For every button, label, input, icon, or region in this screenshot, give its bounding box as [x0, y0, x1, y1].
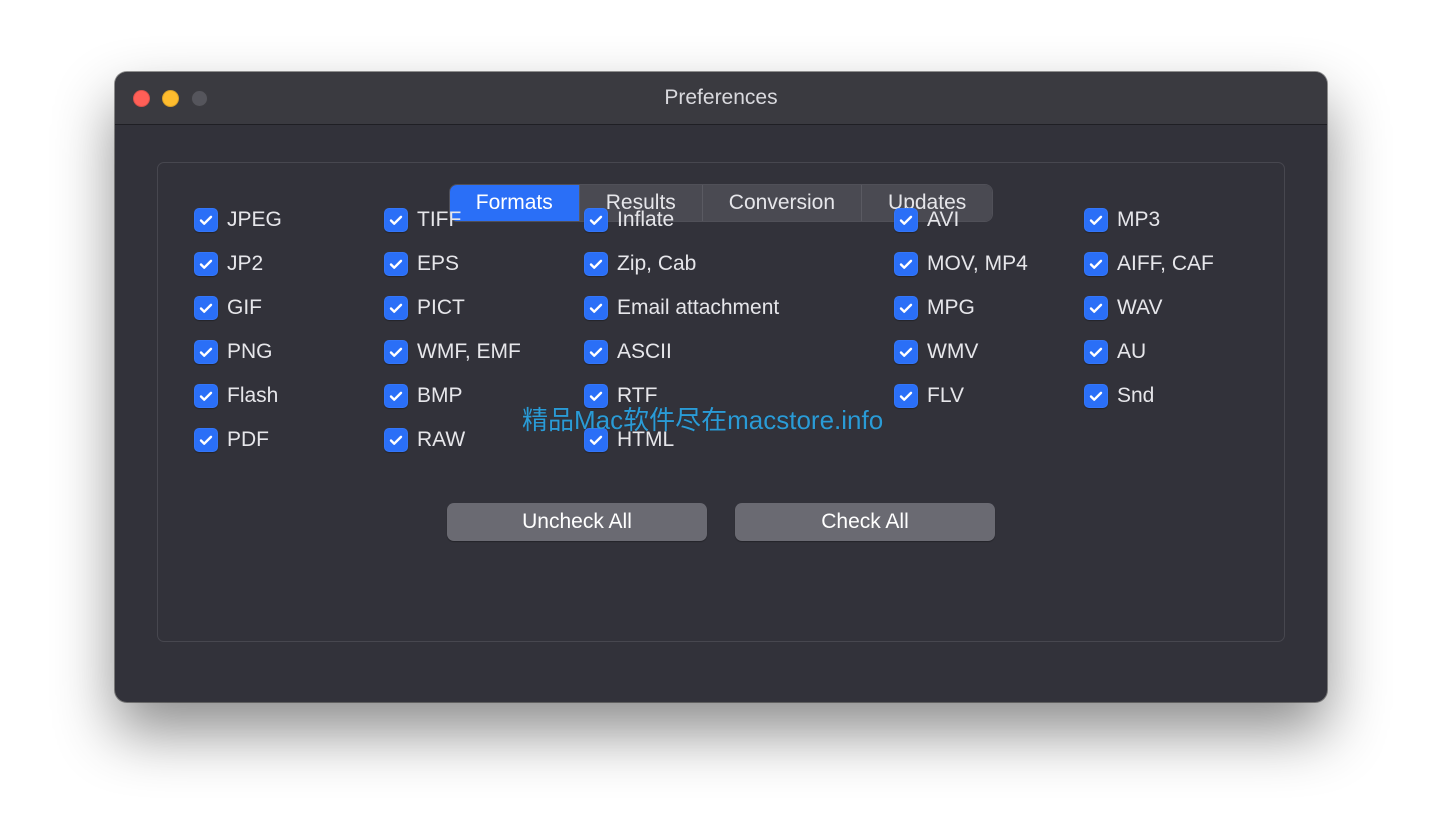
format-checkbox[interactable]: PDF [194, 425, 384, 455]
checkmark-icon [1084, 252, 1108, 276]
format-label: BMP [417, 384, 463, 408]
checkmark-icon [584, 252, 608, 276]
zoom-icon[interactable] [191, 90, 208, 107]
checkmark-icon [584, 384, 608, 408]
format-label: WMF, EMF [417, 340, 521, 364]
format-label: MPG [927, 296, 975, 320]
format-checkbox[interactable]: MOV, MP4 [894, 249, 1084, 279]
format-checkbox[interactable]: ASCII [584, 337, 894, 367]
format-label: JP2 [227, 252, 263, 276]
format-checkbox[interactable]: JPEG [194, 205, 384, 235]
format-checkbox[interactable]: Email attachment [584, 293, 894, 323]
format-label: AVI [927, 208, 959, 232]
checkmark-icon [194, 384, 218, 408]
checkmark-icon [894, 340, 918, 364]
empty-cell [894, 425, 1084, 455]
format-checkbox[interactable]: Flash [194, 381, 384, 411]
checkmark-icon [384, 208, 408, 232]
format-label: PDF [227, 428, 269, 452]
preferences-window: Preferences Formats Results Conversion U… [115, 72, 1327, 702]
format-checkbox[interactable]: RTF [584, 381, 894, 411]
format-checkbox[interactable]: EPS [384, 249, 584, 279]
checkmark-icon [894, 208, 918, 232]
format-checkbox[interactable]: HTML [584, 425, 894, 455]
format-label: TIFF [417, 208, 461, 232]
format-checkbox[interactable]: Zip, Cab [584, 249, 894, 279]
format-label: RAW [417, 428, 465, 452]
checkmark-icon [894, 296, 918, 320]
format-checkbox[interactable]: WMF, EMF [384, 337, 584, 367]
checkmark-icon [384, 296, 408, 320]
format-checkbox[interactable]: WAV [1084, 293, 1284, 323]
format-label: FLV [927, 384, 964, 408]
checkmark-icon [194, 252, 218, 276]
format-checkbox[interactable]: PICT [384, 293, 584, 323]
format-label: Flash [227, 384, 278, 408]
titlebar: Preferences [115, 72, 1327, 125]
checkmark-icon [1084, 384, 1108, 408]
format-checkbox[interactable]: FLV [894, 381, 1084, 411]
checkmark-icon [384, 428, 408, 452]
format-label: AU [1117, 340, 1146, 364]
format-label: MP3 [1117, 208, 1160, 232]
format-checkbox[interactable]: Snd [1084, 381, 1284, 411]
traffic-lights [133, 90, 208, 107]
checkmark-icon [194, 208, 218, 232]
button-row: Uncheck All Check All [158, 503, 1284, 541]
format-label: AIFF, CAF [1117, 252, 1214, 276]
check-all-button[interactable]: Check All [735, 503, 995, 541]
format-label: JPEG [227, 208, 282, 232]
format-checkbox[interactable]: Inflate [584, 205, 894, 235]
uncheck-all-button[interactable]: Uncheck All [447, 503, 707, 541]
checkmark-icon [894, 384, 918, 408]
format-label: PICT [417, 296, 465, 320]
format-label: ASCII [617, 340, 672, 364]
checkmark-icon [584, 428, 608, 452]
format-label: EPS [417, 252, 459, 276]
format-checkbox[interactable]: JP2 [194, 249, 384, 279]
formats-group: Formats Results Conversion Updates JPEGT… [157, 162, 1285, 642]
checkmark-icon [584, 340, 608, 364]
format-label: Inflate [617, 208, 674, 232]
checkmark-icon [1084, 208, 1108, 232]
checkmark-icon [194, 428, 218, 452]
format-checkbox[interactable]: AU [1084, 337, 1284, 367]
format-grid: JPEG TIFF Inflate AVI MP3 JP2 EPS Zip, Cab MOV, … [194, 205, 1284, 455]
checkmark-icon [1084, 296, 1108, 320]
format-label: WAV [1117, 296, 1163, 320]
format-label: HTML [617, 428, 674, 452]
format-checkbox[interactable]: BMP [384, 381, 584, 411]
checkmark-icon [584, 208, 608, 232]
checkmark-icon [384, 252, 408, 276]
format-label: Snd [1117, 384, 1154, 408]
format-checkbox[interactable]: PNG [194, 337, 384, 367]
checkmark-icon [194, 340, 218, 364]
format-checkbox[interactable]: TIFF [384, 205, 584, 235]
format-checkbox[interactable]: MPG [894, 293, 1084, 323]
checkmark-icon [384, 384, 408, 408]
format-checkbox[interactable]: RAW [384, 425, 584, 455]
window-title: Preferences [115, 86, 1327, 110]
format-checkbox[interactable]: WMV [894, 337, 1084, 367]
format-label: GIF [227, 296, 262, 320]
checkmark-icon [894, 252, 918, 276]
format-checkbox[interactable]: AVI [894, 205, 1084, 235]
format-label: Zip, Cab [617, 252, 696, 276]
checkmark-icon [194, 296, 218, 320]
format-label: Email attachment [617, 296, 779, 320]
format-checkbox[interactable]: AIFF, CAF [1084, 249, 1284, 279]
format-label: WMV [927, 340, 978, 364]
checkmark-icon [1084, 340, 1108, 364]
checkmark-icon [584, 296, 608, 320]
format-label: MOV, MP4 [927, 252, 1028, 276]
format-label: RTF [617, 384, 657, 408]
format-checkbox[interactable]: MP3 [1084, 205, 1284, 235]
minimize-icon[interactable] [162, 90, 179, 107]
empty-cell [1084, 425, 1284, 455]
close-icon[interactable] [133, 90, 150, 107]
checkmark-icon [384, 340, 408, 364]
format-checkbox[interactable]: GIF [194, 293, 384, 323]
format-label: PNG [227, 340, 273, 364]
